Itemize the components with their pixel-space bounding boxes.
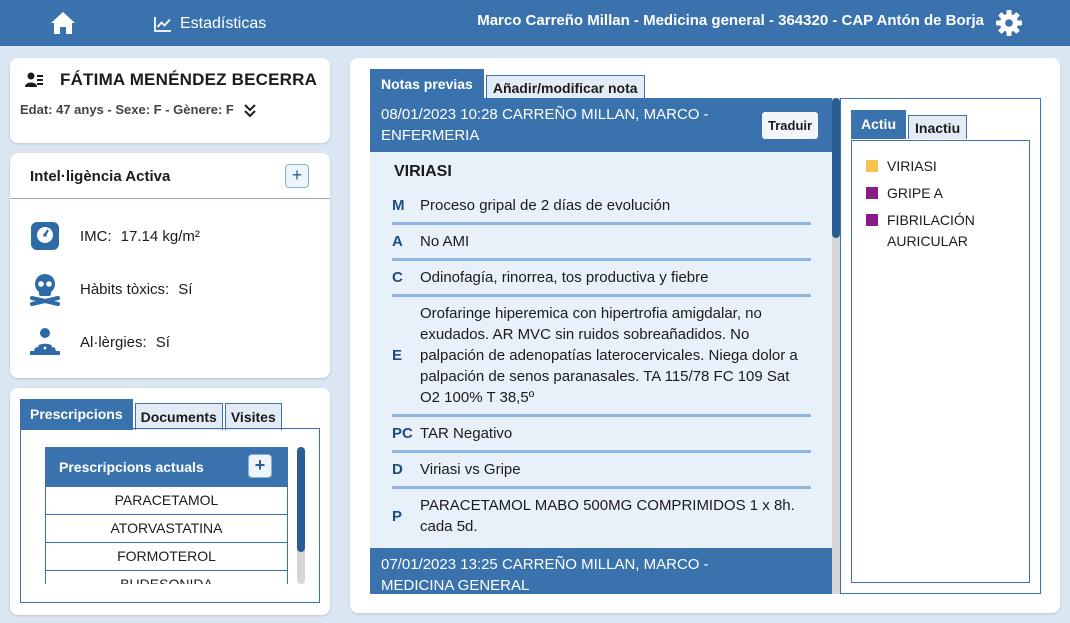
tab-add-modify-note[interactable]: Añadir/modificar nota xyxy=(485,75,645,99)
prescription-item[interactable]: PARACETAMOL xyxy=(45,487,288,515)
problem-label: VIRIASI xyxy=(887,158,937,174)
patient-card: FÁTIMA MENÉNDEZ BECERRA Edat: 47 anys - … xyxy=(10,58,330,143)
prescriptions-tabs: Prescripcions Documents Visites xyxy=(20,399,284,430)
soap-key: M xyxy=(392,197,405,214)
problem-item[interactable]: GRIPE A xyxy=(866,183,943,204)
tab-active[interactable]: Actiu xyxy=(851,110,906,139)
soap-value: PARACETAMOL MABO 500MG COMPRIMIDOS 1 x 8… xyxy=(420,497,795,535)
gear-icon xyxy=(996,10,1022,36)
patient-id-icon xyxy=(25,72,43,87)
soap-row: A No AMI xyxy=(392,225,811,261)
imc-label: IMC: xyxy=(80,227,112,245)
current-prescriptions-header: Prescripcions actuals + xyxy=(45,447,288,487)
scrollbar-thumb[interactable] xyxy=(297,447,305,552)
notes-card: Notas previas Añadir/modificar nota 08/0… xyxy=(350,58,1060,613)
prescriptions-scrollbar[interactable] xyxy=(297,447,305,584)
note-header[interactable]: 07/01/2023 13:25 CARREÑO MILLAN, MARCO -… xyxy=(370,548,832,594)
problems-panel: Actiu Inactiu VIRIASI GRIPE A FIBRILACIÓ… xyxy=(840,98,1041,594)
note-diagnosis-title: VIRIASI xyxy=(394,163,452,180)
imc-row: IMC: 17.14 kg/m² xyxy=(26,218,200,254)
current-prescriptions-list: Prescripcions actuals + PARACETAMOL ATOR… xyxy=(45,447,288,584)
status-color-square xyxy=(866,214,878,226)
add-intelligence-button[interactable]: + xyxy=(285,164,309,188)
toxic-habits-row: Hàbits tòxics: Sí xyxy=(26,271,192,307)
soap-row: PC TAR Negativo xyxy=(392,417,811,453)
soap-key: A xyxy=(392,233,403,250)
prescriptions-card: Prescripcions Documents Visites Prescrip… xyxy=(10,388,330,615)
settings-button[interactable] xyxy=(994,8,1024,38)
soap-value: Orofaringe hiperemica con hipertrofia am… xyxy=(420,305,798,406)
note-header[interactable]: 08/01/2023 10:28 CARREÑO MILLAN, MARCO -… xyxy=(370,98,832,152)
notes-tabs: Notas previas Añadir/modificar nota xyxy=(370,69,647,99)
user-info: Marco Carreño Millan - Medicina general … xyxy=(477,12,984,29)
allergy-person-icon xyxy=(30,328,60,355)
active-intelligence-card: Intel·ligència Activa + IMC: 17.14 kg/m²… xyxy=(10,153,330,378)
allergies-row: Al·lèrgies: Sí xyxy=(26,324,170,360)
chart-line-icon xyxy=(154,17,171,32)
soap-row: C Odinofagía, rinorrea, tos productiva y … xyxy=(392,261,811,297)
notes-scrollbar[interactable] xyxy=(832,98,840,594)
allergies-value: Sí xyxy=(155,333,170,351)
soap-value: Viriasi vs Gripe xyxy=(420,461,521,478)
current-prescriptions-title: Prescripcions actuals xyxy=(59,459,204,475)
note-header-text: 08/01/2023 10:28 CARREÑO MILLAN, MARCO -… xyxy=(381,106,709,144)
translate-button[interactable]: Traduir xyxy=(762,112,819,139)
tab-documents[interactable]: Documents xyxy=(134,403,223,430)
tab-inactive[interactable]: Inactiu xyxy=(908,115,968,139)
status-color-square xyxy=(866,160,878,172)
soap-value: TAR Negativo xyxy=(420,425,513,442)
soap-row: P PARACETAMOL MABO 500MG COMPRIMIDOS 1 x … xyxy=(392,489,811,543)
patient-name: FÁTIMA MENÉNDEZ BECERRA xyxy=(60,70,318,89)
soap-value: No AMI xyxy=(420,233,470,250)
prescription-item[interactable]: BUDESONIDA xyxy=(45,571,288,584)
prescription-item[interactable]: FORMOTEROL xyxy=(45,543,288,571)
home-button[interactable] xyxy=(48,9,78,37)
add-prescription-button[interactable]: + xyxy=(248,454,272,478)
tab-visites[interactable]: Visites xyxy=(224,403,282,430)
status-color-square xyxy=(866,187,878,199)
statistics-link[interactable]: Estadísticas xyxy=(154,13,266,35)
problems-tabs: Actiu Inactiu xyxy=(851,110,969,139)
problem-label: GRIPE A xyxy=(887,185,944,201)
active-intelligence-title: Intel·ligència Activa xyxy=(30,168,171,185)
scrollbar-thumb[interactable] xyxy=(832,98,840,238)
note-header-text: 07/01/2023 13:25 CARREÑO MILLAN, MARCO -… xyxy=(381,556,709,594)
notes-list: 08/01/2023 10:28 CARREÑO MILLAN, MARCO -… xyxy=(370,98,832,594)
imc-value: 17.14 kg/m² xyxy=(120,227,200,245)
top-bar: Estadísticas Marco Carreño Millan - Medi… xyxy=(0,0,1070,46)
scale-icon xyxy=(31,222,59,250)
soap-row: D Viriasi vs Gripe xyxy=(392,453,811,489)
expand-patient-button[interactable] xyxy=(243,102,257,118)
soap-row: E Orofaringe hiperemica con hipertrofia a… xyxy=(392,297,811,417)
home-icon xyxy=(51,12,75,34)
statistics-label: Estadísticas xyxy=(180,15,267,32)
divider xyxy=(10,198,330,199)
tab-previous-notes[interactable]: Notas previas xyxy=(370,69,484,99)
soap-key: D xyxy=(392,461,403,478)
soap-key: E xyxy=(392,347,403,364)
problem-item[interactable]: VIRIASI xyxy=(866,156,937,177)
problem-label: FIBRILACIÓN AURICULAR xyxy=(887,212,975,249)
skull-crossbones-icon xyxy=(30,274,60,306)
patient-meta: Edat: 47 anys - Sexe: F - Gènere: F xyxy=(20,102,234,117)
chevron-double-down-icon xyxy=(244,104,256,118)
soap-key: C xyxy=(392,269,403,286)
soap-key: PC xyxy=(392,425,413,442)
soap-key: P xyxy=(392,507,403,525)
allergies-label: Al·lèrgies: xyxy=(80,333,147,351)
toxic-habits-label: Hàbits tòxics: xyxy=(80,280,170,298)
problem-item[interactable]: FIBRILACIÓN AURICULAR xyxy=(866,210,987,252)
tab-prescripcions[interactable]: Prescripcions xyxy=(20,399,133,430)
soap-value: Proceso gripal de 2 días de evolución xyxy=(420,197,671,214)
soap-row: M Proceso gripal de 2 días de evolución xyxy=(392,189,811,225)
prescription-item[interactable]: ATORVASTATINA xyxy=(45,515,288,543)
toxic-habits-value: Sí xyxy=(178,280,193,298)
prescriptions-panel: Prescripcions actuals + PARACETAMOL ATOR… xyxy=(20,428,320,603)
note-body: VIRIASI M Proceso gripal de 2 días de evo… xyxy=(370,152,832,543)
active-problems-list: VIRIASI GRIPE A FIBRILACIÓN AURICULAR xyxy=(851,140,1030,583)
soap-value: Odinofagía, rinorrea, tos productiva y f… xyxy=(420,269,709,286)
